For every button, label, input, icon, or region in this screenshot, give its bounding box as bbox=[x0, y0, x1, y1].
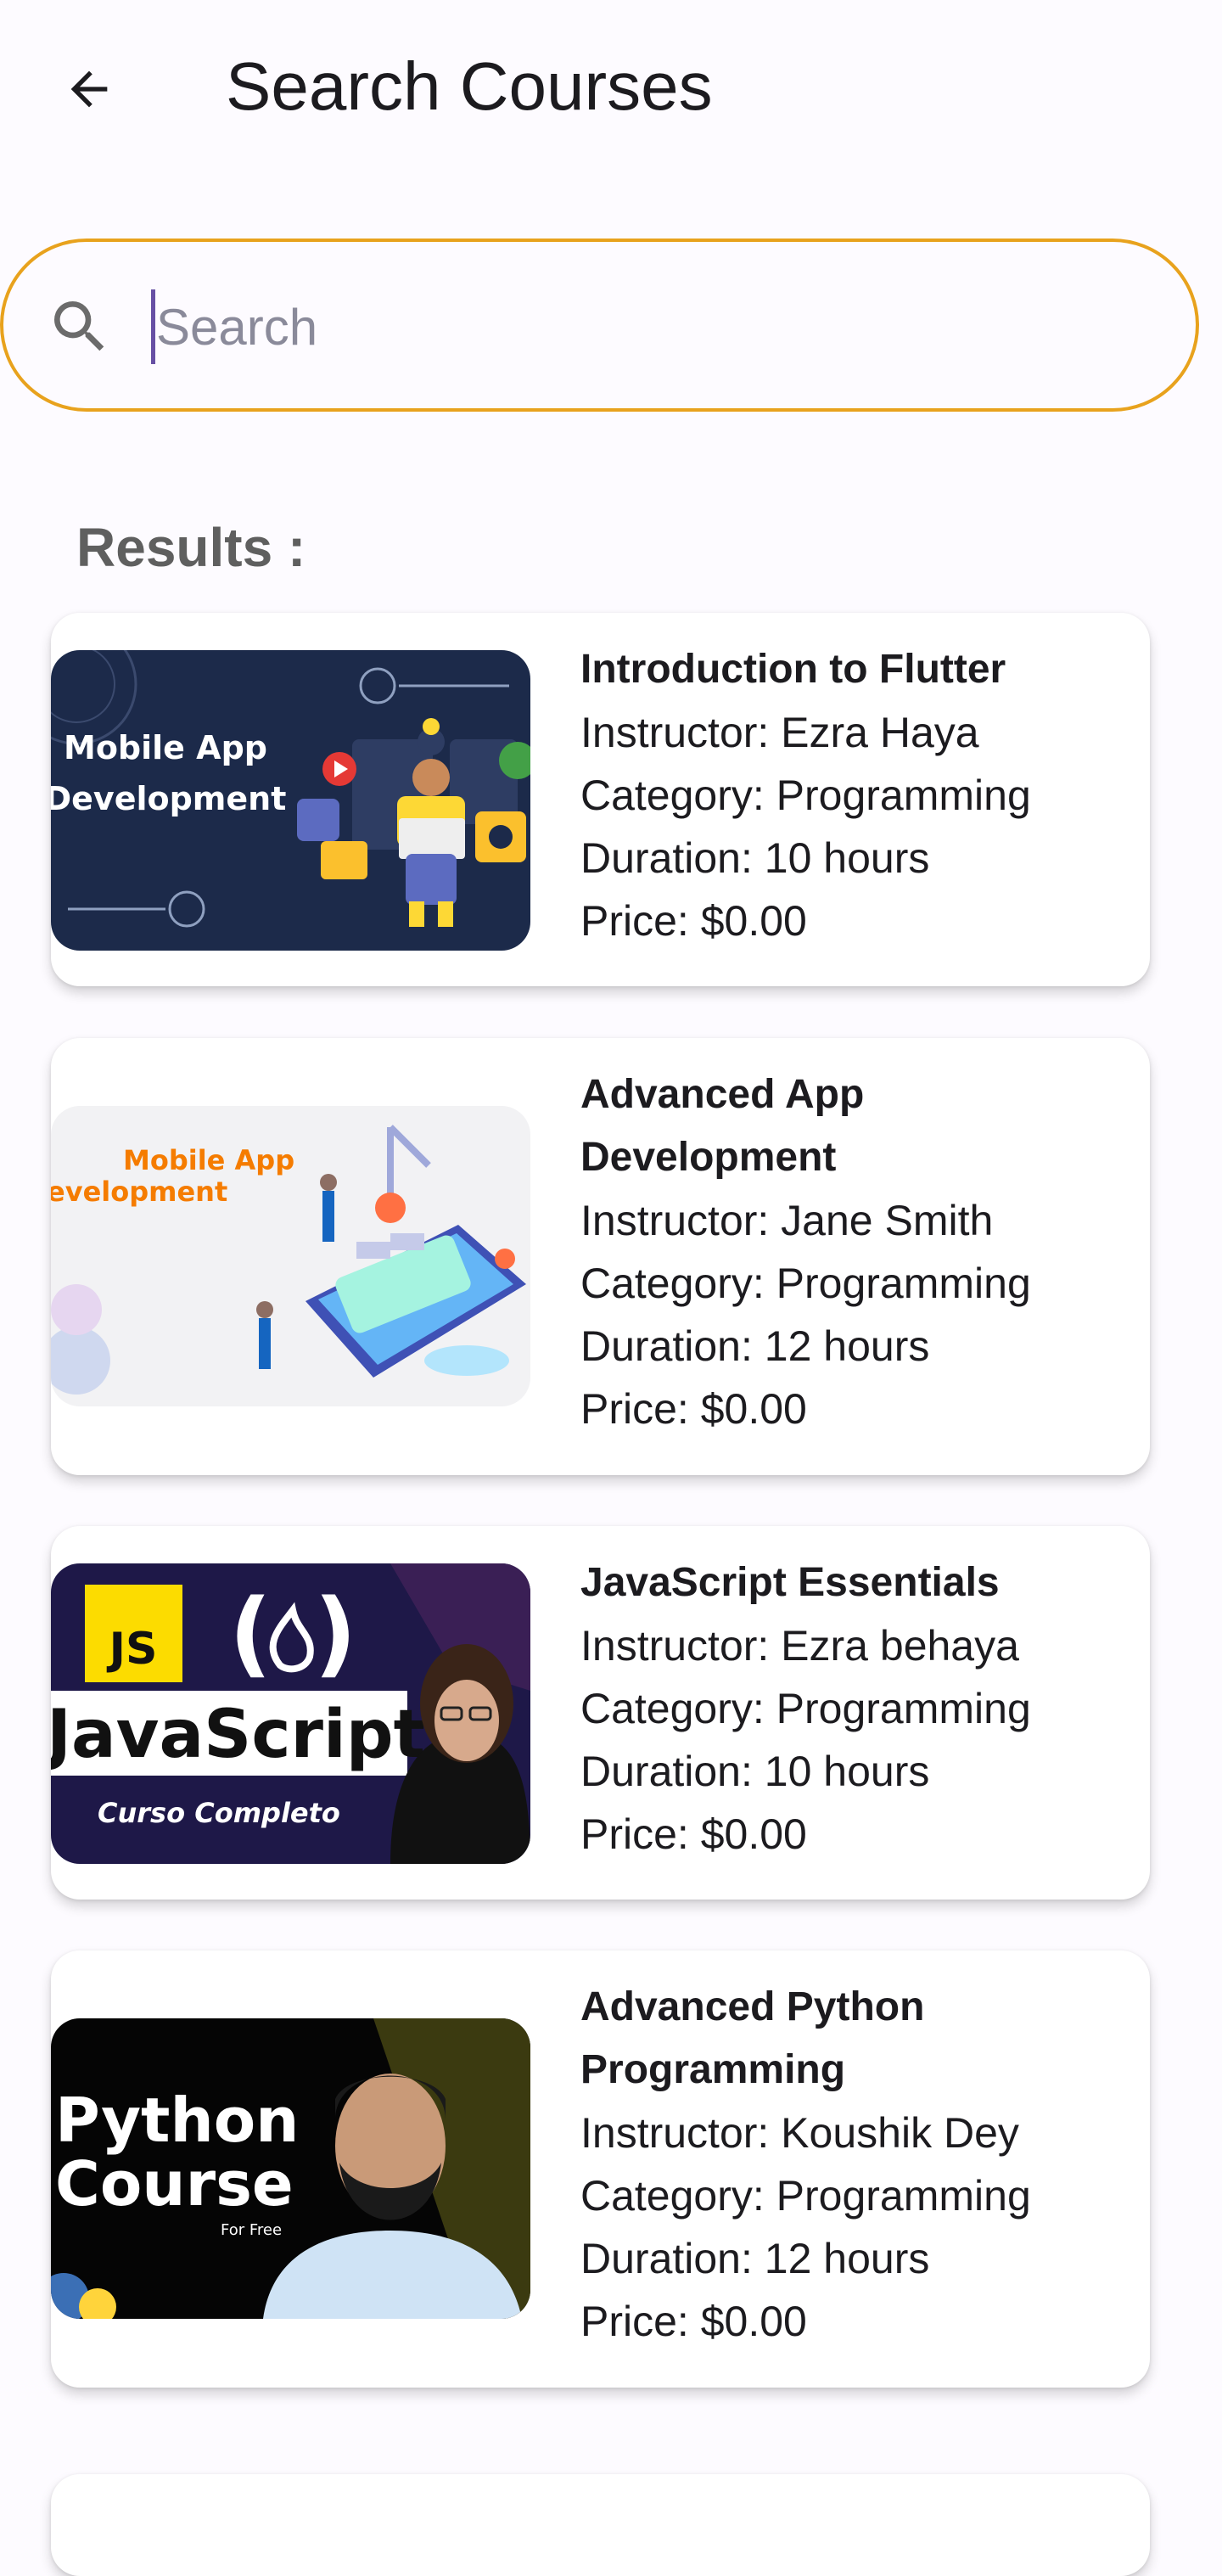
course-title: Advanced App Development bbox=[580, 1072, 865, 1180]
course-title: Introduction to Flutter bbox=[580, 647, 1006, 692]
course-title: Advanced Python Programming bbox=[580, 1984, 925, 2092]
course-thumbnail: JS ( ) JavaScript Curso Completo bbox=[51, 1563, 530, 1864]
course-card[interactable] bbox=[51, 2474, 1150, 2576]
svg-text:(: ( bbox=[229, 1579, 272, 1687]
course-category: Category: Programming bbox=[580, 1685, 1031, 1732]
search-icon bbox=[54, 301, 104, 351]
course-thumbnail: Python Course For Free bbox=[51, 2018, 530, 2319]
results-label: Results : bbox=[76, 517, 306, 578]
course-price: Price: $0.00 bbox=[580, 897, 807, 945]
course-instructor: Instructor: Ezra Haya bbox=[580, 709, 979, 756]
course-thumbnail: Mobile App evelopment bbox=[51, 1106, 530, 1406]
search-input[interactable] bbox=[156, 276, 1158, 378]
course-instructor: Instructor: Jane Smith bbox=[580, 1197, 994, 1244]
thumb-text: JavaScript bbox=[51, 1697, 425, 1773]
course-card[interactable]: Mobile App Development Introduction to F… bbox=[51, 613, 1150, 986]
arrow-back-icon bbox=[70, 70, 108, 108]
course-price: Price: $0.00 bbox=[580, 2298, 807, 2345]
course-card[interactable]: Python Course For Free Advanced Python P… bbox=[51, 1950, 1150, 2388]
text-cursor bbox=[151, 289, 155, 364]
course-title: JavaScript Essentials bbox=[580, 1560, 1000, 1605]
back-button[interactable] bbox=[42, 42, 136, 136]
svg-text:): ) bbox=[314, 1579, 356, 1687]
course-price: Price: $0.00 bbox=[580, 1810, 807, 1858]
thumb-text: Python bbox=[55, 2085, 299, 2156]
thumb-text: Mobile App bbox=[64, 729, 267, 766]
thumb-text: Mobile App bbox=[123, 1144, 294, 1176]
course-duration: Duration: 10 hours bbox=[580, 834, 930, 882]
thumb-text: Curso Completo bbox=[98, 1797, 340, 1829]
search-field[interactable] bbox=[0, 239, 1199, 412]
course-price: Price: $0.00 bbox=[580, 1385, 807, 1433]
course-card[interactable]: Mobile App evelopment Advanced App Devel… bbox=[51, 1038, 1150, 1475]
page-title: Search Courses bbox=[226, 48, 713, 124]
thumb-text: For Free bbox=[221, 2221, 282, 2239]
course-category: Category: Programming bbox=[580, 1260, 1031, 1307]
course-duration: Duration: 10 hours bbox=[580, 1748, 930, 1795]
thumb-text: evelopment bbox=[51, 1176, 227, 1208]
thumb-text: Course bbox=[55, 2148, 294, 2220]
course-instructor: Instructor: Ezra behaya bbox=[580, 1622, 1019, 1670]
course-instructor: Instructor: Koushik Dey bbox=[580, 2109, 1019, 2157]
thumb-text: JS bbox=[107, 1624, 158, 1675]
course-duration: Duration: 12 hours bbox=[580, 2235, 930, 2282]
course-card[interactable]: JS ( ) JavaScript Curso Completo JavaScr… bbox=[51, 1526, 1150, 1900]
course-thumbnail: Mobile App Development bbox=[51, 650, 530, 951]
course-duration: Duration: 12 hours bbox=[580, 1322, 930, 1370]
course-category: Category: Programming bbox=[580, 772, 1031, 819]
app-bar: Search Courses bbox=[0, 0, 1222, 174]
thumb-text: Development bbox=[51, 780, 286, 817]
course-category: Category: Programming bbox=[580, 2172, 1031, 2220]
